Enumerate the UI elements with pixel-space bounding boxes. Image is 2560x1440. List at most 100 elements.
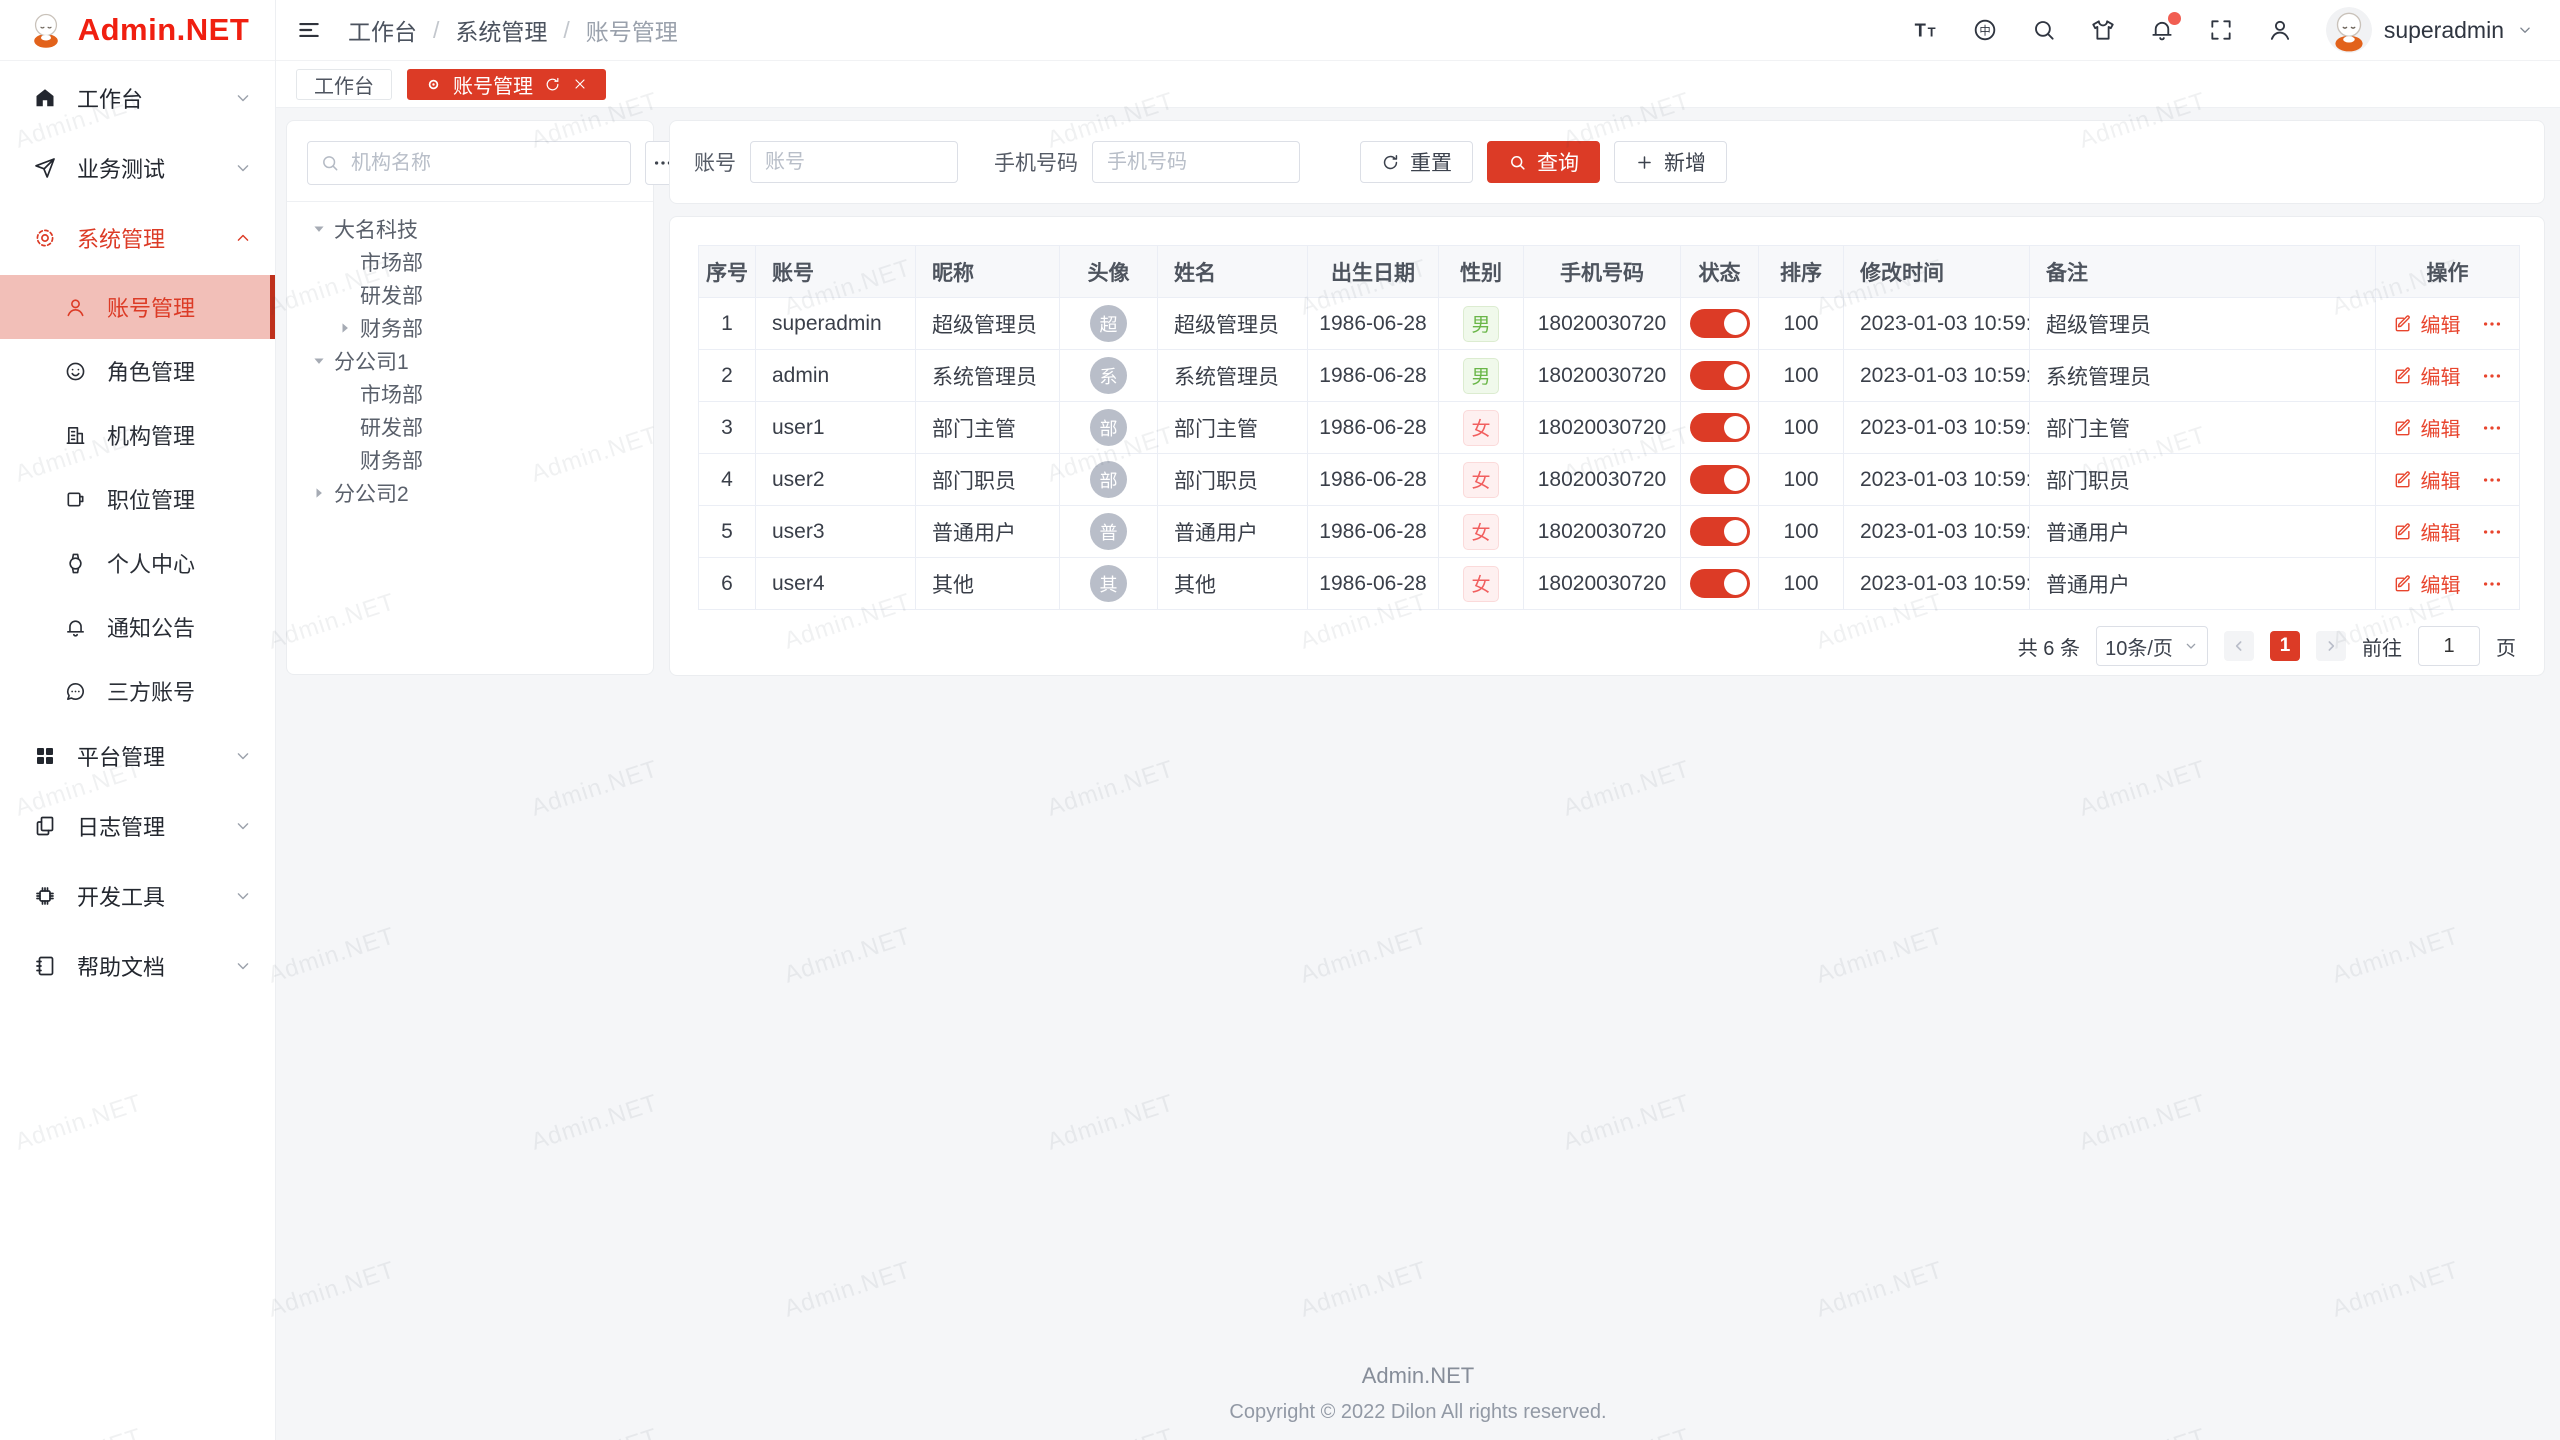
sidebar-item-notice-announcement[interactable]: 通知公告 [0,595,275,659]
more-actions-icon[interactable] [2481,313,2503,335]
edit-button[interactable]: 编辑 [2421,361,2461,390]
refresh-icon [1381,153,1400,172]
edit-button[interactable]: 编辑 [2421,465,2461,494]
tree-node[interactable]: 分公司2 [307,476,633,509]
sidebar-item-platform-management[interactable]: 平台管理 [0,723,275,789]
tree-node[interactable]: 财务部 [307,311,633,344]
edit-button[interactable]: 编辑 [2421,517,2461,546]
prev-page-button[interactable] [2224,631,2254,661]
sidebar-item-position-management[interactable]: 职位管理 [0,467,275,531]
cell-phone: 18020030720 [1524,298,1681,350]
sidebar-item-system-management[interactable]: 系统管理 [0,205,275,271]
goto-page-input[interactable] [2418,626,2480,666]
status-toggle[interactable] [1690,413,1750,442]
edit-icon[interactable] [2393,574,2413,594]
tree-panel-header [307,141,633,185]
row-actions: 编辑 [2380,309,2515,338]
edit-button[interactable]: 编辑 [2421,569,2461,598]
edit-icon[interactable] [2393,418,2413,438]
status-toggle[interactable] [1690,517,1750,546]
page-size-select[interactable]: 10条/页 [2096,626,2208,666]
sidebar-item-label: 系统管理 [77,222,213,254]
more-actions-icon[interactable] [2481,469,2503,491]
reset-button[interactable]: 重置 [1360,141,1473,183]
status-toggle[interactable] [1690,569,1750,598]
chevron-down-icon [233,816,253,836]
cell-nickname: 部门主管 [916,402,1060,454]
status-toggle[interactable] [1690,465,1750,494]
font-size-icon[interactable]: TT [1913,17,1939,43]
content: 大名科技市场部研发部财务部分公司1市场部研发部财务部分公司2 账号 手机号码 重… [276,108,2560,676]
more-actions-icon[interactable] [2481,417,2503,439]
sidebar-item-workbench[interactable]: 工作台 [0,65,275,131]
caret-right-icon[interactable] [335,318,355,338]
org-search-box [307,141,631,185]
sidebar-item-org-management[interactable]: 机构管理 [0,403,275,467]
topbar: 工作台/系统管理/账号管理 TT中superadmin [276,0,2560,61]
status-toggle[interactable] [1690,309,1750,338]
fullscreen-icon[interactable] [2208,17,2234,43]
active-dot-icon [425,76,442,93]
sidebar-item-third-party-account[interactable]: 三方账号 [0,659,275,723]
more-actions-icon[interactable] [2481,573,2503,595]
column-header-account: 账号 [756,246,916,298]
breadcrumb-item[interactable]: 工作台 [348,13,417,47]
language-icon[interactable]: 中 [1972,17,1998,43]
logo[interactable]: Admin.NET [0,0,275,61]
sidebar-item-log-management[interactable]: 日志管理 [0,793,275,859]
cell-remark: 普通用户 [2030,558,2376,610]
tree-node[interactable]: 分公司1 [307,344,633,377]
tree-node[interactable]: 研发部 [307,410,633,443]
phone-input[interactable] [1092,141,1300,183]
caret-down-icon[interactable] [309,351,329,371]
sidebar-item-role-management[interactable]: 角色管理 [0,339,275,403]
caret-down-icon[interactable] [309,219,329,239]
add-button[interactable]: 新增 [1614,141,1727,183]
status-toggle[interactable] [1690,361,1750,390]
sidebar-item-label: 工作台 [77,82,213,114]
user-menu[interactable]: superadmin [2326,7,2534,53]
search-button[interactable]: 查询 [1487,141,1600,183]
notification-icon[interactable] [2149,17,2175,43]
tree-node[interactable]: 研发部 [307,278,633,311]
tree-node[interactable]: 市场部 [307,245,633,278]
goto-label: 前往 [2362,632,2402,661]
current-page-button[interactable]: 1 [2270,631,2300,661]
next-page-button[interactable] [2316,631,2346,661]
tab-active[interactable]: 账号管理 [407,69,606,100]
cell-remark: 普通用户 [2030,506,2376,558]
org-search-input[interactable] [349,151,618,176]
refresh-icon[interactable] [544,76,561,93]
breadcrumb-item[interactable]: 账号管理 [586,13,678,47]
sidebar-item-personal-center[interactable]: 个人中心 [0,531,275,595]
profile-icon[interactable] [2267,17,2293,43]
avatar: 超 [1090,305,1127,342]
sidebar-item-dev-tools[interactable]: 开发工具 [0,863,275,929]
org-tree-panel: 大名科技市场部研发部财务部分公司1市场部研发部财务部分公司2 [286,120,654,675]
more-actions-icon[interactable] [2481,365,2503,387]
edit-icon[interactable] [2393,314,2413,334]
edit-button[interactable]: 编辑 [2421,309,2461,338]
theme-icon[interactable] [2090,17,2116,43]
sidebar-item-business-test[interactable]: 业务测试 [0,135,275,201]
edit-icon[interactable] [2393,470,2413,490]
breadcrumb-item[interactable]: 系统管理 [455,13,547,47]
tree-node[interactable]: 大名科技 [307,212,633,245]
account-input[interactable] [750,141,958,183]
sidebar-item-account-management[interactable]: 账号管理 [0,275,275,339]
menu-fold-icon[interactable] [296,17,322,43]
cell-name: 超级管理员 [1158,298,1308,350]
tab-item[interactable]: 工作台 [296,69,392,100]
cell-seq: 6 [699,558,756,610]
tree-node[interactable]: 财务部 [307,443,633,476]
more-actions-icon[interactable] [2481,521,2503,543]
search-icon[interactable] [2031,17,2057,43]
tree-node[interactable]: 市场部 [307,377,633,410]
edit-icon[interactable] [2393,522,2413,542]
edit-icon[interactable] [2393,366,2413,386]
cell-remark: 系统管理员 [2030,350,2376,402]
caret-right-icon[interactable] [309,483,329,503]
sidebar-item-help-docs[interactable]: 帮助文档 [0,933,275,999]
edit-button[interactable]: 编辑 [2421,413,2461,442]
close-icon[interactable] [572,76,588,92]
